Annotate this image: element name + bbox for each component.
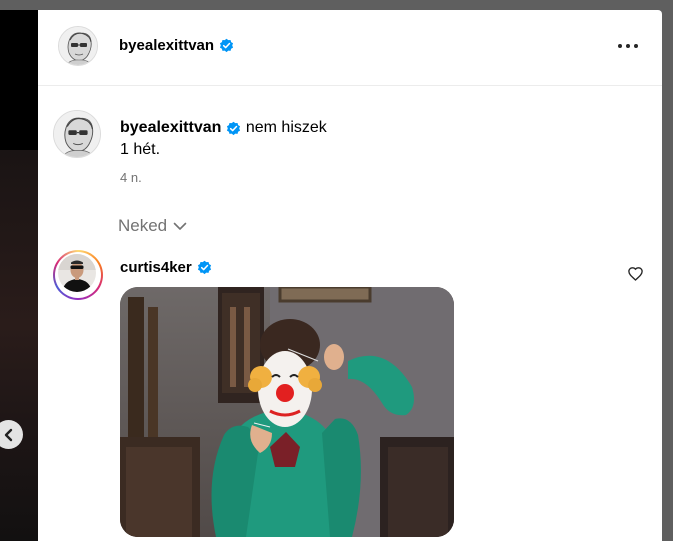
- portrait-photo-image: [58, 254, 96, 292]
- comment-gif[interactable]: [120, 287, 454, 537]
- commenter-username-link[interactable]: curtis4ker: [120, 259, 212, 276]
- more-options-icon[interactable]: [616, 38, 640, 54]
- verified-badge-icon: [197, 260, 211, 275]
- background-media: [0, 10, 38, 150]
- clown-mask-gif-image: [120, 287, 454, 537]
- sketch-portrait-image: [59, 27, 97, 65]
- comments-filter-label: Neked: [118, 216, 168, 235]
- author-username-link[interactable]: byealexittvan: [119, 37, 234, 54]
- post-timestamp[interactable]: 4 n.: [120, 170, 142, 185]
- feed-backdrop: [0, 0, 38, 541]
- caption-text-line1: nem hiszek: [245, 119, 327, 136]
- author-avatar[interactable]: [58, 26, 98, 66]
- caption-username: byealexittvan: [120, 119, 222, 136]
- sketch-portrait-image: [54, 111, 100, 157]
- commenter-avatar: [58, 254, 96, 292]
- caption-username-link[interactable]: byealexittvan: [120, 117, 241, 139]
- chevron-down-icon: [173, 222, 187, 230]
- verified-badge-icon: [227, 121, 241, 135]
- commenter-username: curtis4ker: [120, 259, 192, 276]
- heart-outline-icon[interactable]: [627, 266, 644, 281]
- chevron-left-icon: [4, 428, 12, 441]
- post-caption: byealexittvan nem hiszek 1 hét.: [120, 117, 540, 161]
- background-media-dark: [0, 150, 38, 541]
- caption-author-avatar[interactable]: [53, 110, 101, 158]
- story-ring[interactable]: [53, 250, 103, 300]
- author-username: byealexittvan: [119, 37, 215, 54]
- post-header: byealexittvan: [38, 10, 662, 86]
- verified-badge-icon: [219, 38, 234, 53]
- post-detail-panel: byealexittvan byealexittvan nem hiszek 1…: [38, 10, 662, 541]
- comments-filter-dropdown[interactable]: Neked: [118, 216, 187, 236]
- caption-text-line2: 1 hét.: [120, 141, 161, 158]
